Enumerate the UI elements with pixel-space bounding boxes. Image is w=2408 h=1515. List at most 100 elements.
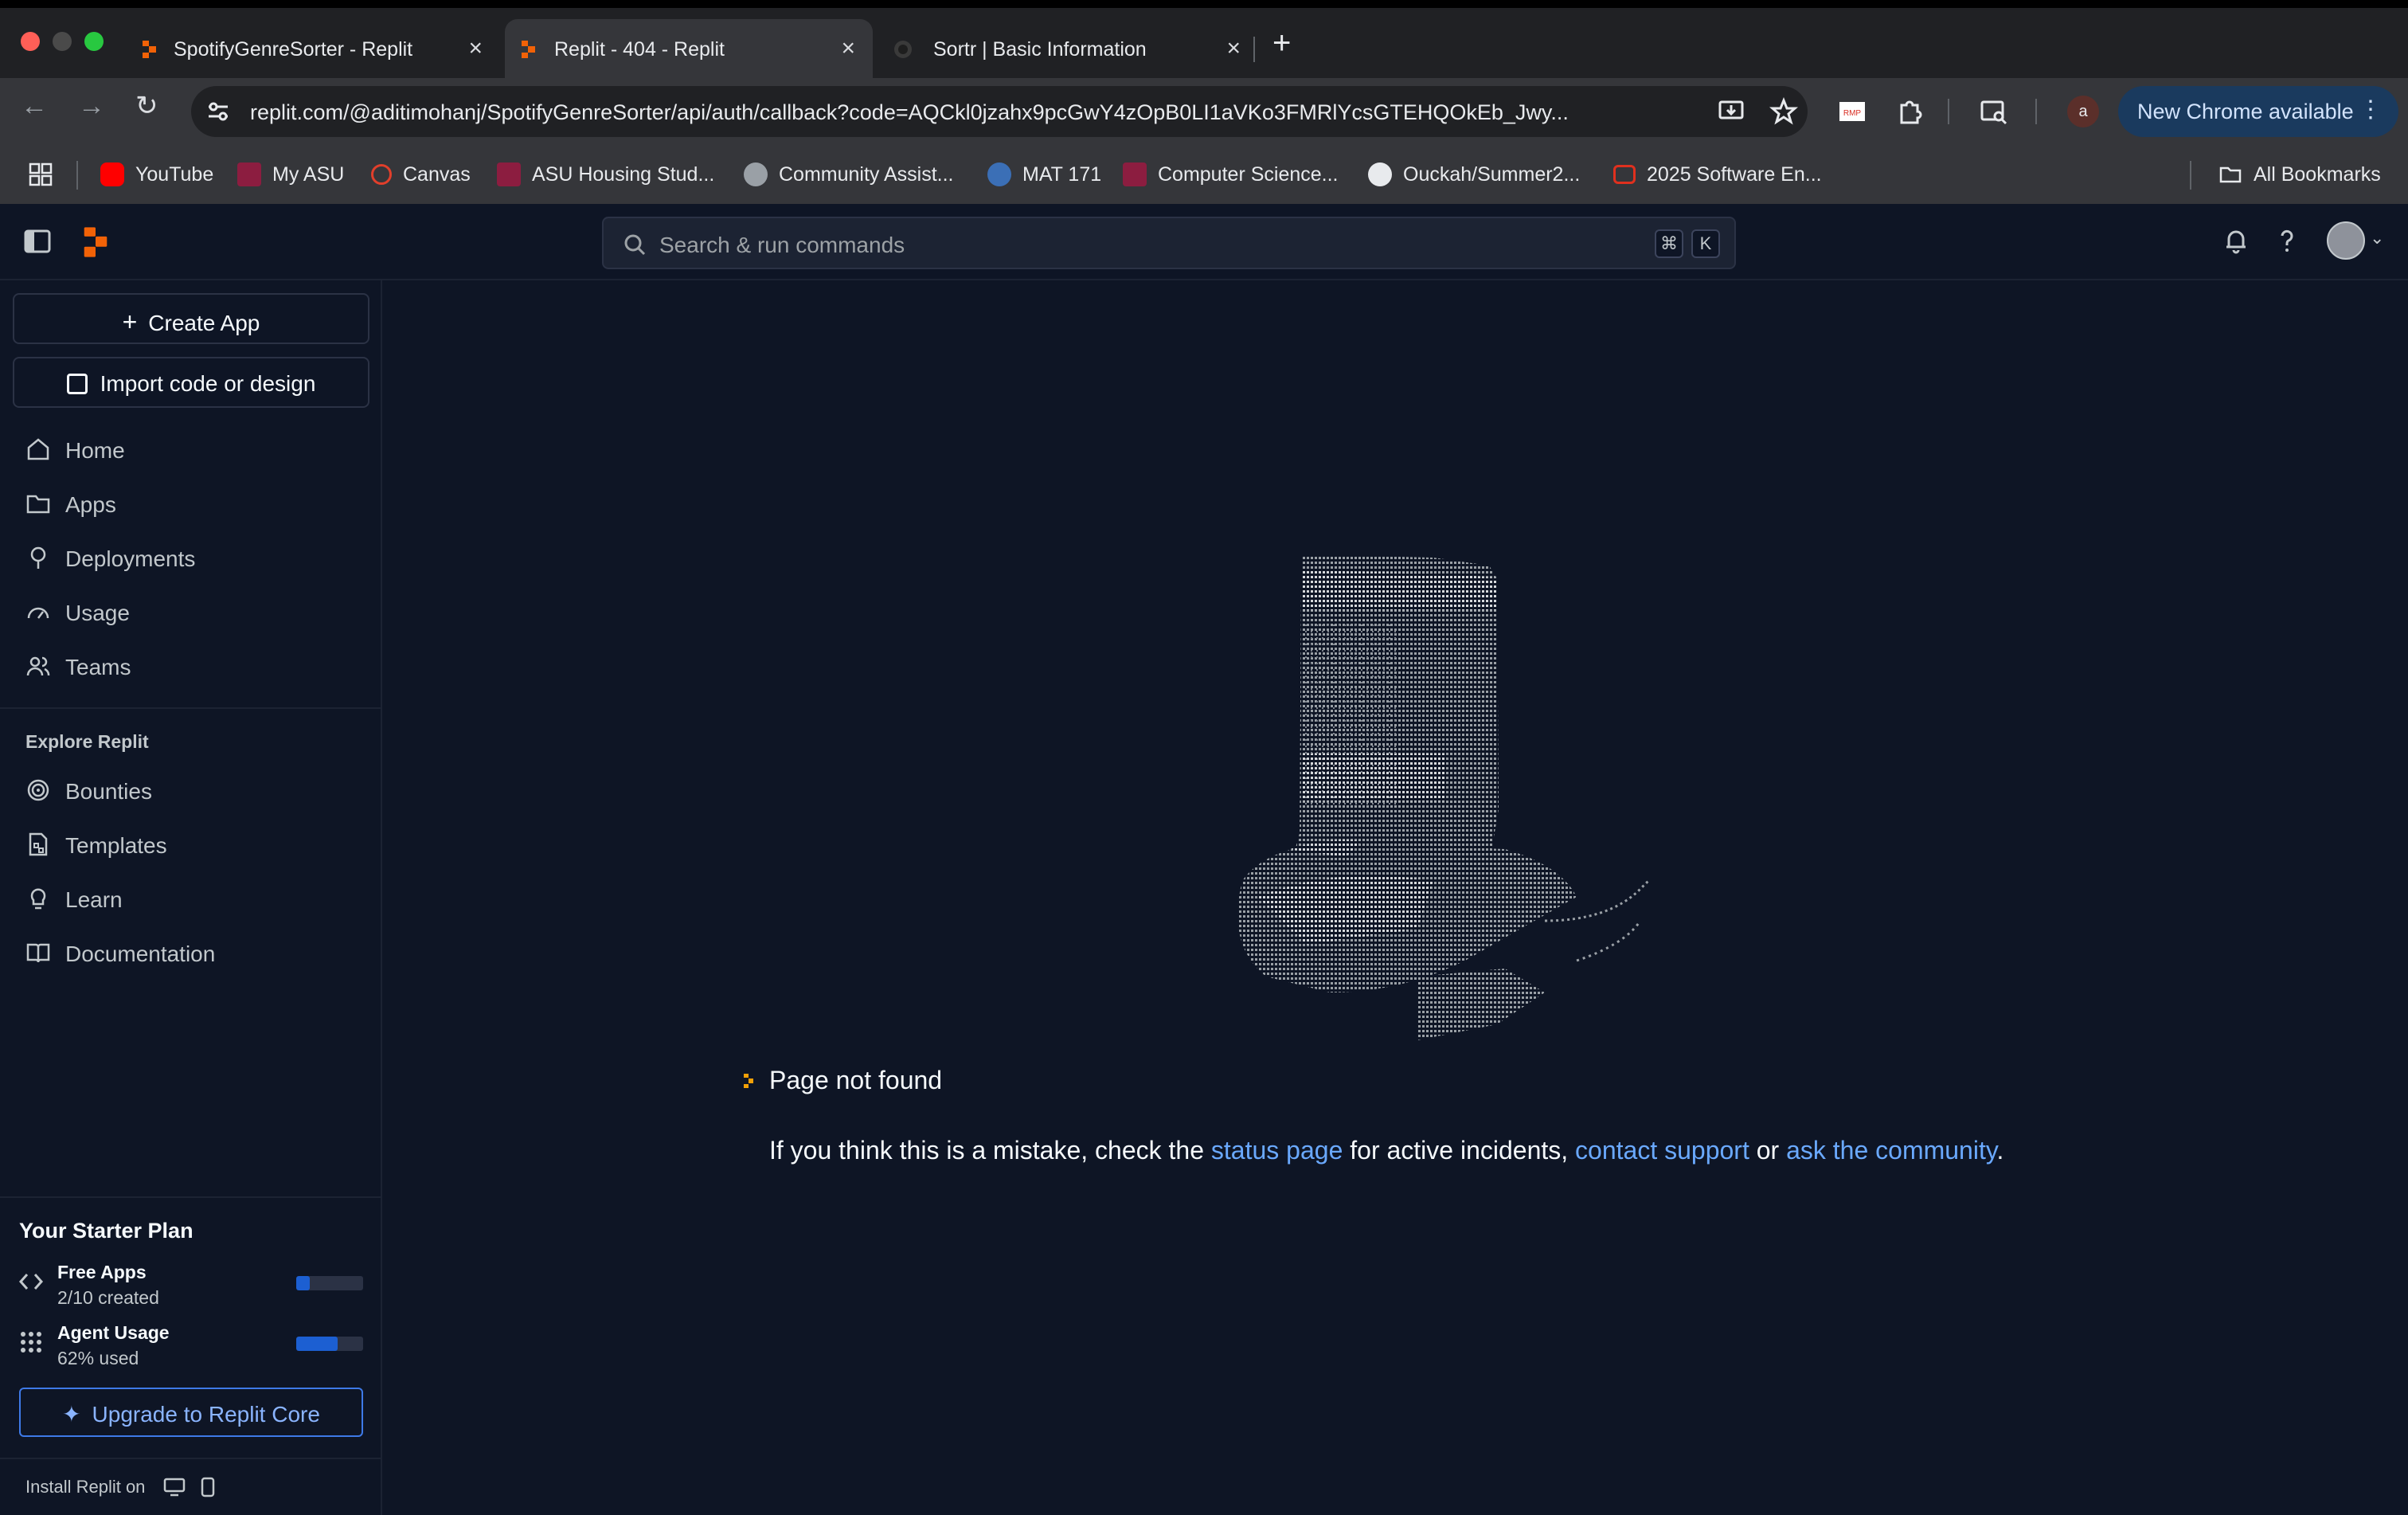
new-chrome-available-button[interactable]: New Chrome available ⋮ [2118,86,2398,137]
sidebar-item-label: Bounties [65,779,152,804]
sidebar-item-bounties[interactable]: Bounties [13,768,369,814]
chrome-profile-avatar[interactable]: a [2067,96,2099,127]
bulb-icon [30,888,46,910]
bookmark-computer-science[interactable]: Computer Science... [1123,145,1339,204]
toolbar-separator [2035,99,2037,124]
agent-usage-label: Agent Usage [57,1322,170,1343]
install-app-icon[interactable] [1717,97,1745,126]
url-text[interactable]: replit.com/@aditimohanj/SpotifyGenreSort… [250,100,1569,125]
bookmark-2025-software[interactable]: 2025 Software En... [1613,145,1822,204]
asu-icon [1123,162,1147,186]
sidebar-item-deployments[interactable]: Deployments [13,535,369,581]
sidebar-item-learn[interactable]: Learn [13,876,369,922]
more-menu-icon[interactable]: ⋮ [2359,96,2383,123]
kbd-cmd: ⌘ [1655,229,1683,258]
upgrade-button[interactable]: ✦ Upgrade to Replit Core [19,1388,363,1437]
sidebar: + Create App Import code or design Home A… [0,280,382,1515]
status-page-link[interactable]: status page [1211,1136,1343,1165]
search-commands-input[interactable]: Search & run commands ⌘ K [602,217,1736,269]
tab-close-icon[interactable]: × [1226,35,1241,62]
bookmarks-divider [76,161,78,190]
deploy-icon [30,546,46,569]
toolbar-separator [1948,99,1949,124]
bookmark-label: ASU Housing Stud... [532,162,715,186]
sidebar-item-apps[interactable]: Apps [13,481,369,527]
replit-favicon-icon [522,41,535,58]
extensions-puzzle-icon[interactable] [1895,97,1924,126]
agent-usage-progress [296,1337,363,1351]
tab-search-icon[interactable] [1980,97,2008,126]
import-code-button[interactable]: Import code or design [13,357,369,408]
upgrade-label: Upgrade to Replit Core [92,1402,320,1427]
bookmark-youtube[interactable]: YouTube [100,145,213,204]
apps-grid-icon[interactable] [29,162,53,186]
sidebar-item-home[interactable]: Home [13,427,369,473]
import-code-label: Import code or design [100,371,316,396]
bell-icon[interactable] [2222,226,2250,255]
bookmark-my-asu[interactable]: My ASU [237,145,344,204]
code-brackets-icon [18,1274,44,1290]
people-icon [26,656,50,676]
sidebar-item-label: Apps [65,492,116,517]
sidebar-divider [0,1458,382,1459]
window-close-button[interactable] [21,32,40,51]
sidebar-item-label: Home [65,438,125,463]
bookmark-label: YouTube [135,162,214,186]
bookmark-label: 2025 Software En... [1647,162,1822,186]
sidebar-item-usage[interactable]: Usage [13,589,369,636]
globe-icon [744,162,768,186]
tab-close-icon[interactable]: × [841,35,855,62]
create-app-button[interactable]: + Create App [13,293,369,344]
rmp-extension-icon[interactable]: RMP [1838,97,1867,126]
sidebar-toggle-icon[interactable] [24,229,51,253]
page-not-found-title: Page not found [769,1066,943,1094]
bookmark-label: Community Assist... [779,162,954,186]
free-apps-count: 2/10 created [57,1287,159,1308]
oracle-icon [1613,165,1636,184]
sidebar-item-label: Documentation [65,941,216,966]
sidebar-item-teams[interactable]: Teams [13,644,369,690]
user-avatar[interactable] [2327,221,2365,260]
tab-close-icon[interactable]: × [468,35,483,62]
browser-tab-404[interactable]: Replit - 404 - Replit × [505,19,873,78]
tab-title: SpotifyGenreSorter - Replit [174,38,413,61]
replit-favicon-icon [143,41,156,58]
replit-logo-icon[interactable] [81,226,110,258]
sidebar-item-templates[interactable]: Templates [13,822,369,868]
address-bar[interactable]: replit.com/@aditimohanj/SpotifyGenreSort… [191,86,1808,137]
bookmark-asu-housing[interactable]: ASU Housing Stud... [497,145,714,204]
help-icon[interactable] [2273,226,2301,255]
bookmark-mat-171[interactable]: MAT 171 [987,145,1101,204]
pearson-icon [987,162,1011,186]
site-settings-icon[interactable] [204,97,233,126]
browser-toolbar: ← → ↻ replit.com/@aditimohanj/SpotifyGen… [0,78,2408,145]
bookmark-canvas[interactable]: Canvas [371,145,471,204]
bookmark-star-icon[interactable] [1769,97,1798,126]
search-icon [624,234,646,256]
window-zoom-button[interactable] [84,32,104,51]
sidebar-item-documentation[interactable]: Documentation [13,930,369,977]
all-bookmarks-folder[interactable]: All Bookmarks [2218,145,2381,204]
window-minimize-button[interactable] [53,32,72,51]
sidebar-divider [0,707,382,709]
bookmark-community-assist[interactable]: Community Assist... [744,145,954,204]
error-message: If you think this is a mistake, check th… [769,1136,2003,1165]
update-label: New Chrome available [2137,100,2354,123]
mobile-icon[interactable] [200,1477,216,1497]
reload-icon[interactable]: ↻ [135,92,158,119]
screen-top-edge [0,0,2408,8]
browser-tab-sortr[interactable]: Sortr | Basic Information × [879,19,1258,78]
forward-arrow-icon[interactable]: → [78,92,105,119]
bookmark-github[interactable]: Ouckah/Summer2... [1368,145,1580,204]
browser-tab-spotifygenresorter[interactable]: SpotifyGenreSorter - Replit × [126,19,500,78]
desktop-icon[interactable] [163,1478,186,1497]
tab-separator [1253,37,1255,62]
msg-text: or [1756,1136,1780,1165]
contact-support-link[interactable]: contact support [1575,1136,1749,1165]
import-icon [66,374,88,394]
back-arrow-icon[interactable]: ← [21,92,48,119]
new-tab-plus-icon[interactable]: + [1272,27,1291,59]
ask-community-link[interactable]: ask the community [1786,1136,1996,1165]
chevron-down-icon[interactable]: ⌄ [2370,228,2384,249]
sidebar-item-label: Templates [65,833,167,858]
